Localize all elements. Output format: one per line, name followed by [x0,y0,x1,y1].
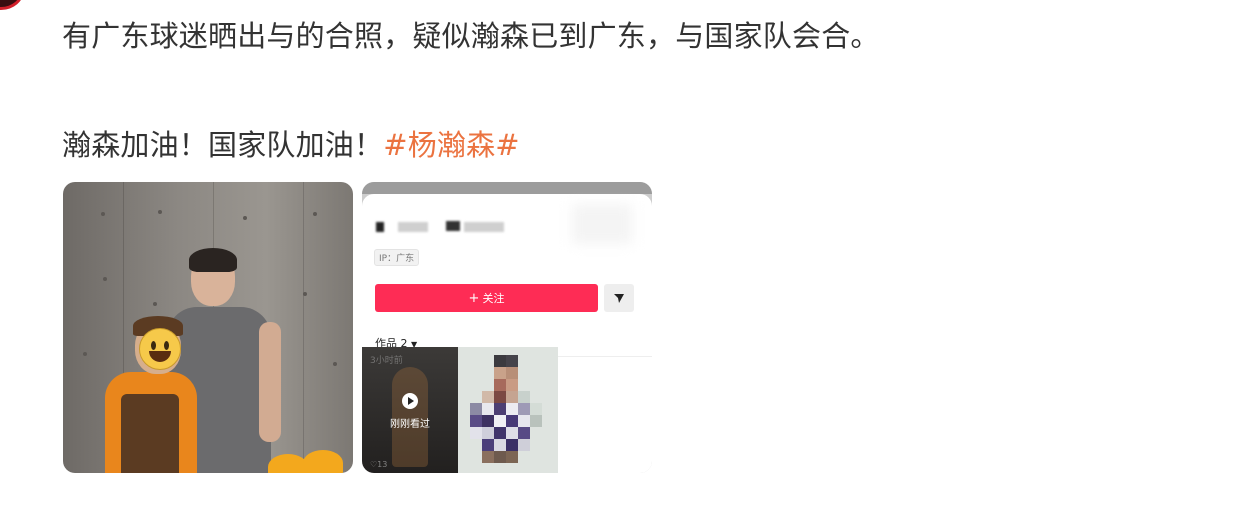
pixel-block [470,415,482,427]
pixel-block [482,415,494,427]
pixel-block [494,391,506,403]
pixel-block [506,427,518,439]
pixel-block [494,403,506,415]
emoji-mouth [149,351,171,362]
pixel-block [494,379,506,391]
plus-icon: + [468,290,480,306]
wall-panel-line [303,182,304,473]
person-tall-hair [189,248,237,272]
wall-dot [333,362,337,366]
recently-watched-label: 刚刚看过 [390,419,430,430]
play-icon [402,393,418,409]
pixel-block [482,439,494,451]
post-image-1[interactable] [63,182,353,473]
screenshot-top-bar [362,182,652,194]
like-count: ♡13 [370,460,388,469]
pixel-block [470,403,482,415]
chair-shape [268,454,308,473]
blurred-username [376,220,516,234]
hashtag-link[interactable]: #杨瀚森# [383,128,520,162]
follow-button-label: 关注 [482,292,505,305]
pixel-block [494,355,506,367]
pixel-block [518,427,530,439]
emoji-eye [164,341,169,350]
post-text-line-1: 有广东球迷晒出与的合照，疑似瀚森已到广东，与国家队会合。 [62,19,880,53]
pixel-block [518,403,530,415]
person-fan-apron [121,394,179,473]
pixel-block [494,367,506,379]
follow-button[interactable]: + 关注 [375,284,598,312]
pixel-block [482,403,494,415]
blur-block [464,222,504,232]
pixel-block [482,451,494,463]
pixel-block [506,403,518,415]
avatar[interactable] [0,0,24,10]
pixel-block [494,451,506,463]
pixel-block [506,439,518,451]
pixel-block [506,367,518,379]
share-button[interactable] [604,284,634,312]
pixel-block [506,451,518,463]
pixel-block [518,391,530,403]
blur-block [398,222,428,232]
blur-block [446,221,460,231]
blurred-area [572,204,632,244]
pixel-block [506,355,518,367]
pixel-block [482,427,494,439]
pixel-block [470,427,482,439]
wall-dot [101,212,105,216]
wall-dot [313,212,317,216]
emoji-eye [151,341,156,350]
chair-shape [303,450,343,473]
wall-dot [303,292,307,296]
pixel-block [530,415,542,427]
thumbnail-timestamp: 3小时前 [370,356,403,366]
video-thumbnail-2-pixelated[interactable] [458,347,558,473]
wall-dot [83,352,87,356]
post-text-cheer: 瀚森加油！国家队加油！ [62,128,384,162]
pixel-block [530,403,542,415]
pixel-block [506,391,518,403]
pixel-block [518,439,530,451]
pixel-block [506,379,518,391]
ip-location-tag: IP：广东 [374,249,420,266]
pixel-block [482,391,494,403]
wall-dot [243,216,247,220]
video-thumbnail-1[interactable]: 3小时前 刚刚看过 ♡13 [362,347,458,473]
post-text-line-2: 瀚森加油！国家队加油！#杨瀚森# [62,125,520,165]
pixel-block [494,415,506,427]
pixel-block [494,439,506,451]
person-tall-arm [259,322,281,442]
pixel-block [518,415,530,427]
wall-dot [153,302,157,306]
blur-block [376,222,384,232]
post-image-2[interactable]: IP：广东 + 关注 作品 2 ▼ 3小时前 刚刚看过 ♡13 [362,182,652,473]
send-icon [614,294,624,303]
pixel-block [506,415,518,427]
pixel-block [494,427,506,439]
wall-dot [103,277,107,281]
wall-dot [158,210,162,214]
grinning-face-emoji-icon [139,328,181,370]
